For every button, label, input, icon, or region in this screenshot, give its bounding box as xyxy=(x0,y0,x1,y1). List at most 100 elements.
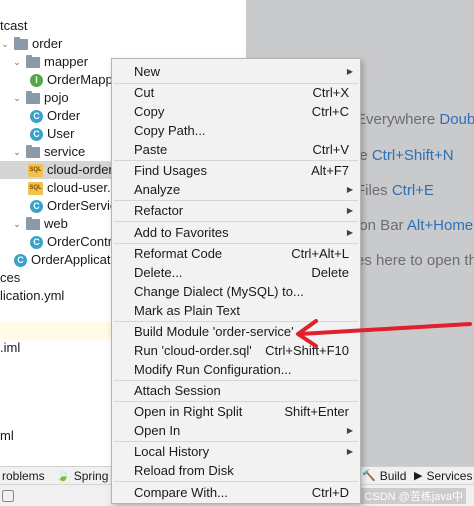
menu-item-modify-run-config[interactable]: Modify Run Configuration... xyxy=(112,360,360,379)
menu-item-reload-from-disk[interactable]: Reload from Disk xyxy=(112,461,360,480)
hint-recent-files: Files Ctrl+E xyxy=(356,182,434,199)
context-menu: New ▶ Cut Ctrl+X Copy Ctrl+C Copy Path..… xyxy=(111,58,361,504)
tree-row-application-yml[interactable]: lication.yml xyxy=(0,287,64,305)
menu-item-label: Run 'cloud-order.sql' xyxy=(134,343,252,358)
tree-row-resources[interactable]: ces xyxy=(0,269,20,287)
tree-label: ces xyxy=(0,270,21,285)
menu-item-shortcut: Ctrl+C xyxy=(311,104,349,119)
menu-item-change-dialect[interactable]: Change Dialect (MySQL) to... xyxy=(112,282,360,301)
menu-item-label: Copy Path... xyxy=(134,123,206,138)
menu-item-copy[interactable]: Copy Ctrl+C xyxy=(112,102,360,121)
tree-row-service[interactable]: ⌄ service xyxy=(12,143,85,161)
tree-row-web[interactable]: ⌄ web xyxy=(12,215,68,233)
menu-item-run[interactable]: Run 'cloud-order.sql' Ctrl+Shift+F10 xyxy=(112,341,360,360)
menu-item-label: Open In xyxy=(134,423,181,438)
tree-row-mapper[interactable]: ⌄ mapper xyxy=(12,53,88,71)
tree-row-user-class[interactable]: C User xyxy=(30,125,74,143)
tree-row-order[interactable]: ⌄ order xyxy=(0,35,62,53)
menu-item-label: Cut xyxy=(134,85,155,100)
tab-spring[interactable]: 🍃 Spring xyxy=(56,467,108,485)
class-icon: C xyxy=(30,199,43,213)
menu-item-label: Local History xyxy=(134,444,210,459)
menu-item-paste[interactable]: Paste Ctrl+V xyxy=(112,140,360,159)
tree-row-iml[interactable]: .iml xyxy=(0,339,20,357)
menu-item-find-usages[interactable]: Find Usages Alt+F7 xyxy=(112,161,360,180)
tree-label: lication.yml xyxy=(0,288,65,303)
tree-row-root[interactable]: tcast xyxy=(0,17,27,35)
menu-item-label: New xyxy=(134,64,161,79)
chevron-down-icon[interactable]: ⌄ xyxy=(12,143,22,161)
menu-item-copy-path[interactable]: Copy Path... xyxy=(112,121,360,140)
menu-item-label: Change Dialect (MySQL) to... xyxy=(134,284,304,299)
sql-file-icon: SQL xyxy=(28,163,43,177)
menu-item-shortcut: Ctrl+D xyxy=(311,485,349,500)
menu-item-shortcut: Ctrl+Alt+L xyxy=(291,246,349,261)
menu-item-build-module[interactable]: Build Module 'order-service' xyxy=(112,322,360,341)
chevron-down-icon[interactable]: ⌄ xyxy=(12,53,22,71)
tree-label: order xyxy=(32,36,63,51)
watermark: CSDN @苦练java中 xyxy=(361,488,466,504)
tree-row-pom-xml[interactable]: ml xyxy=(0,427,14,445)
menu-item-shortcut: Ctrl+X xyxy=(312,85,349,100)
menu-item-add-to-favorites[interactable]: Add to Favorites ▶ xyxy=(112,223,360,242)
submenu-arrow-icon: ▶ xyxy=(346,67,353,76)
status-toggle-icon[interactable] xyxy=(2,490,14,502)
menu-item-analyze[interactable]: Analyze ▶ xyxy=(112,180,360,199)
menu-item-delete[interactable]: Delete... Delete xyxy=(112,263,360,282)
menu-item-shortcut: Alt+F7 xyxy=(311,163,349,178)
spring-leaf-icon: 🍃 xyxy=(56,470,70,482)
menu-item-open-in[interactable]: Open In ▶ xyxy=(112,421,360,440)
menu-item-shortcut: Shift+Enter xyxy=(284,404,349,419)
menu-item-label: Mark as Plain Text xyxy=(134,303,240,318)
menu-item-label: Attach Session xyxy=(134,383,221,398)
menu-separator xyxy=(114,481,358,482)
tab-problems[interactable]: roblems xyxy=(2,467,45,485)
submenu-arrow-icon: ▶ xyxy=(346,206,353,215)
menu-item-label: Modify Run Configuration... xyxy=(134,362,292,377)
menu-item-label: Open in Right Split xyxy=(134,404,243,419)
menu-item-label: Build Module 'order-service' xyxy=(134,324,294,339)
tree-row-order-class[interactable]: C Order xyxy=(30,107,80,125)
menu-item-label: Paste xyxy=(134,142,168,157)
tab-services[interactable]: ▶ Services xyxy=(414,467,472,485)
tab-services-label: Services xyxy=(426,469,473,483)
chevron-down-icon[interactable]: ⌄ xyxy=(12,89,22,107)
tree-row-pojo[interactable]: ⌄ pojo xyxy=(12,89,68,107)
tree-label: web xyxy=(44,216,68,231)
menu-item-reformat-code[interactable]: Reformat Code Ctrl+Alt+L xyxy=(112,244,360,263)
menu-item-cut[interactable]: Cut Ctrl+X xyxy=(112,83,360,102)
folder-icon xyxy=(26,144,40,158)
tree-row-orderservice[interactable]: C OrderService xyxy=(30,197,124,215)
hint-shortcut: Alt+Home xyxy=(406,217,474,234)
folder-icon xyxy=(26,54,40,68)
menu-item-refactor[interactable]: Refactor ▶ xyxy=(112,201,360,220)
menu-item-shortcut: Ctrl+Shift+F10 xyxy=(265,343,349,358)
class-icon: C xyxy=(30,235,43,249)
class-icon: C xyxy=(30,109,43,123)
tab-build[interactable]: 🔨 Build xyxy=(362,467,406,485)
tree-label: service xyxy=(44,144,86,159)
menu-item-mark-as-plain-text[interactable]: Mark as Plain Text xyxy=(112,301,360,320)
menu-item-compare-with[interactable]: Compare With... Ctrl+D xyxy=(112,483,360,502)
menu-item-open-in-right-split[interactable]: Open in Right Split Shift+Enter xyxy=(112,402,360,421)
class-icon: C xyxy=(14,253,27,267)
menu-item-shortcut: Delete xyxy=(311,265,349,280)
submenu-arrow-icon: ▶ xyxy=(346,426,353,435)
menu-item-label: Analyze xyxy=(134,182,181,197)
menu-item-attach-session[interactable]: Attach Session xyxy=(112,381,360,400)
tree-label: mapper xyxy=(44,54,89,69)
menu-item-local-history[interactable]: Local History ▶ xyxy=(112,442,360,461)
tab-problems-label: roblems xyxy=(2,469,45,483)
chevron-down-icon[interactable]: ⌄ xyxy=(0,35,10,53)
hint-drop-files: es here to open th xyxy=(356,252,474,269)
menu-item-new[interactable]: New ▶ xyxy=(112,62,360,81)
menu-item-label: Compare With... xyxy=(134,485,228,500)
tab-spring-label: Spring xyxy=(73,469,109,483)
folder-icon xyxy=(26,216,40,230)
chevron-down-icon[interactable]: ⌄ xyxy=(12,215,22,233)
hint-text: es here to open th xyxy=(356,252,474,269)
hint-text: Everywhere xyxy=(356,111,440,128)
hint-text: ion Bar xyxy=(356,217,407,234)
class-icon: C xyxy=(30,127,43,141)
tree-label: Order xyxy=(47,108,81,123)
